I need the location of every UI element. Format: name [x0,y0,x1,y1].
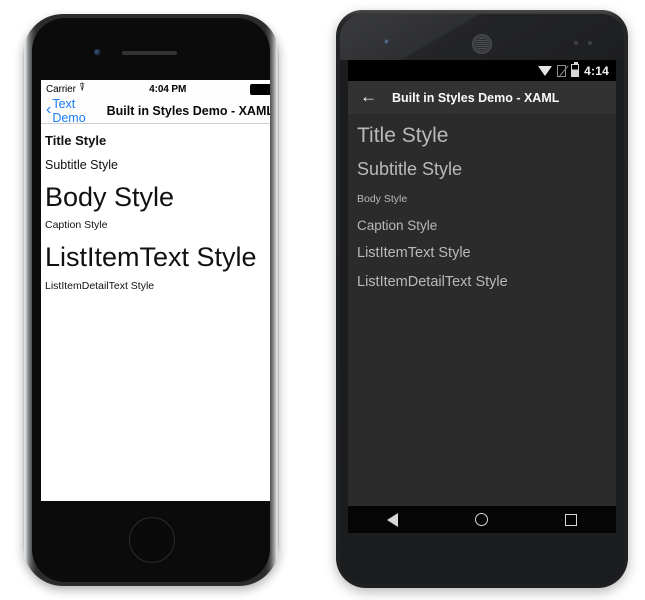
front-camera-icon [94,49,101,56]
chevron-left-icon: ‹ [46,100,52,118]
android-device-mockup: 4:14 ← Built in Styles Demo - XAML Title… [336,10,628,588]
label-listitemtext-style: ListItemText Style [45,241,257,272]
android-top-bezel [340,14,624,60]
front-camera-icon [384,39,390,45]
android-content-area: Title Style Subtitle Style Body Style Ca… [348,114,616,518]
android-status-bar: 4:14 [348,60,616,81]
wifi-icon: ⍒ [78,81,86,94]
android-bezel: 4:14 ← Built in Styles Demo - XAML Title… [340,14,624,584]
android-clock: 4:14 [584,63,609,78]
ios-clock: 4:04 PM [149,83,187,95]
android-navigation-bar [348,506,616,533]
label-title-style: Title Style [45,133,107,148]
iphone-bezel: Carrier ⍒ 4:04 PM ‹ Text Demo Built in S… [32,18,270,582]
label-listitemtext-style: ListItemText Style [357,245,471,262]
label-caption-style: Caption Style [45,218,108,231]
iphone-screen: Carrier ⍒ 4:04 PM ‹ Text Demo Built in S… [41,80,270,501]
label-title-style: Title Style [357,124,449,147]
iphone-device-mockup: Carrier ⍒ 4:04 PM ‹ Text Demo Built in S… [23,14,279,586]
battery-full-icon [250,83,270,95]
android-screen: 4:14 ← Built in Styles Demo - XAML Title… [348,60,616,518]
back-button-label: Text Demo [52,96,86,125]
label-caption-style: Caption Style [357,217,438,233]
earpiece-speaker-icon [472,34,492,54]
no-sim-icon [557,64,567,77]
back-button[interactable]: ‹ Text Demo [46,97,101,125]
label-subtitle-style: Subtitle Style [357,159,463,180]
arrow-back-icon[interactable]: ← [360,88,377,105]
ios-content-area: Title Style Subtitle Style Body Style Ca… [41,124,270,501]
android-action-bar: ← Built in Styles Demo - XAML [348,81,616,114]
earpiece-speaker-icon [122,51,177,55]
label-body-style: Body Style [357,192,408,205]
ios-status-left: Carrier ⍒ [46,81,86,95]
circle-home-icon[interactable] [474,513,488,526]
label-subtitle-style: Subtitle Style [45,157,118,172]
home-button[interactable] [129,517,175,563]
wifi-icon [538,65,553,76]
battery-icon [571,62,580,77]
triangle-back-icon[interactable] [386,512,398,527]
ios-nav-bar: ‹ Text Demo Built in Styles Demo - XAML [41,97,270,125]
label-body-style: Body Style [45,181,175,212]
square-recents-icon[interactable] [565,513,578,526]
ios-status-right [250,83,270,95]
proximity-sensor-icon [574,41,578,45]
carrier-label: Carrier [46,83,76,95]
ios-status-bar: Carrier ⍒ 4:04 PM [41,80,270,98]
page-title: Built in Styles Demo - XAML [106,103,270,118]
label-listitemdetailtext-style: ListItemDetailText Style [357,274,508,291]
page-title: Built in Styles Demo - XAML [392,90,560,105]
label-listitemdetailtext-style: ListItemDetailText Style [45,279,155,292]
